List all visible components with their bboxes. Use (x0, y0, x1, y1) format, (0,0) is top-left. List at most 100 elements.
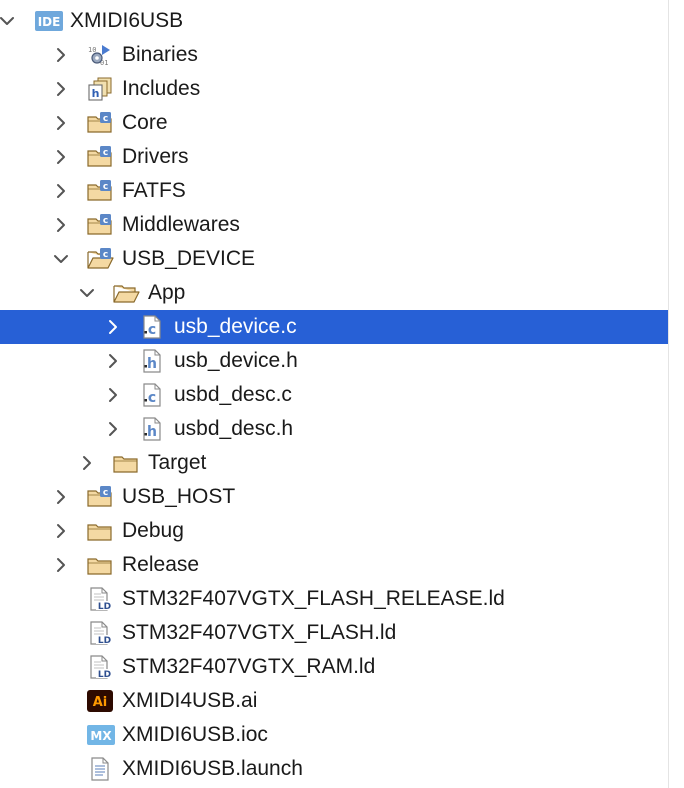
svg-text:h: h (147, 356, 157, 372)
svg-text:IDE: IDE (38, 15, 61, 29)
chevron-right-icon[interactable] (105, 387, 121, 403)
tree-item-label: Release (122, 553, 200, 576)
tree-item-label: Core (122, 111, 168, 134)
svg-text:c: c (103, 488, 108, 498)
binaries-icon: 10 01 (86, 43, 114, 67)
h-file-icon: h (138, 349, 166, 373)
tree-item-label: Binaries (122, 43, 198, 66)
tree-row-target[interactable]: Target (0, 446, 668, 480)
tree-row-usb-device-h[interactable]: h usb_device.h (0, 344, 668, 378)
launch-file-icon (86, 757, 114, 781)
tree-row-usb-device-c[interactable]: c usb_device.c (0, 310, 668, 344)
project-explorer-tree: IDE XMIDI6USB 10 01 Binaries h Includes … (0, 0, 684, 788)
c-file-icon: c (138, 383, 166, 407)
tree-row-binaries[interactable]: 10 01 Binaries (0, 38, 668, 72)
tree-row-app[interactable]: App (0, 276, 668, 310)
chevron-right-icon[interactable] (53, 115, 69, 131)
tree-row-middlewares[interactable]: c Middlewares (0, 208, 668, 242)
tree-row-usbd-desc-h[interactable]: h usbd_desc.h (0, 412, 668, 446)
tree-row-xmidi6usb-launch[interactable]: XMIDI6USB.launch (0, 752, 668, 786)
tree-row-usb-device[interactable]: c USB_DEVICE (0, 242, 668, 276)
tree-row-debug[interactable]: Debug (0, 514, 668, 548)
folder-icon (112, 451, 140, 475)
chevron-right-icon[interactable] (53, 47, 69, 63)
tree-row-includes[interactable]: h Includes (0, 72, 668, 106)
tree-row-usb-host[interactable]: c USB_HOST (0, 480, 668, 514)
tree-row-stm32f407vgtx-flash-release-ld[interactable]: LD STM32F407VGTX_FLASH_RELEASE.ld (0, 582, 668, 616)
tree-item-label: Target (148, 451, 207, 474)
linker-file-icon: LD (86, 587, 114, 611)
svg-text:c: c (103, 216, 108, 226)
tree-item-label: XMIDI6USB.ioc (122, 723, 268, 746)
tree-row-stm32f407vgtx-ram-ld[interactable]: LD STM32F407VGTX_RAM.ld (0, 650, 668, 684)
svg-text:c: c (103, 148, 108, 158)
svg-text:LD: LD (98, 670, 111, 679)
source-folder-icon: c (86, 485, 114, 509)
tree-item-label: usb_device.c (174, 315, 297, 338)
ide-project-icon: IDE (34, 9, 63, 33)
tree-row-drivers[interactable]: c Drivers (0, 140, 668, 174)
tree-item-label: STM32F407VGTX_FLASH_RELEASE.ld (122, 587, 505, 610)
tree-item-label: usbd_desc.c (174, 383, 292, 406)
tree-row-usbd-desc-c[interactable]: c usbd_desc.c (0, 378, 668, 412)
svg-text:Ai: Ai (93, 695, 108, 710)
svg-text:h: h (147, 424, 157, 440)
tree-item-label: Drivers (122, 145, 189, 168)
vertical-scrollbar[interactable] (668, 0, 684, 788)
chevron-down-icon[interactable] (0, 13, 15, 29)
chevron-right-icon[interactable] (53, 149, 69, 165)
tree-row-xmidi4usb-ai[interactable]: Ai XMIDI4USB.ai (0, 684, 668, 718)
folder-icon (86, 553, 114, 577)
chevron-right-icon[interactable] (105, 421, 121, 437)
folder-icon (86, 519, 114, 543)
chevron-right-icon[interactable] (53, 183, 69, 199)
svg-text:c: c (103, 182, 108, 192)
tree-item-label: XMIDI4USB.ai (122, 689, 258, 712)
svg-text:c: c (148, 390, 156, 406)
tree-row-stm32f407vgtx-flash-ld[interactable]: LD STM32F407VGTX_FLASH.ld (0, 616, 668, 650)
tree-row-xmidi6usb[interactable]: IDE XMIDI6USB (0, 4, 668, 38)
chevron-right-icon[interactable] (105, 353, 121, 369)
source-folder-icon: c (86, 111, 114, 135)
tree-item-label: XMIDI6USB.launch (122, 757, 303, 780)
chevron-right-icon[interactable] (53, 523, 69, 539)
tree-item-label: App (148, 281, 186, 304)
chevron-down-icon[interactable] (79, 285, 95, 301)
chevron-right-icon[interactable] (53, 81, 69, 97)
svg-text:LD: LD (98, 636, 111, 645)
tree-item-label: USB_DEVICE (122, 247, 256, 270)
chevron-right-icon[interactable] (105, 319, 121, 335)
chevron-right-icon[interactable] (53, 217, 69, 233)
linker-file-icon: LD (86, 621, 114, 645)
svg-text:MX: MX (90, 729, 112, 743)
source-folder-icon: c (86, 213, 114, 237)
tree-item-label: STM32F407VGTX_RAM.ld (122, 655, 376, 678)
svg-text:c: c (148, 322, 156, 338)
tree-item-label: usbd_desc.h (174, 417, 294, 440)
chevron-down-icon[interactable] (53, 251, 69, 267)
source-folder-icon: c (86, 145, 114, 169)
tree-item-label: XMIDI6USB (70, 9, 184, 32)
tree-row-fatfs[interactable]: c FATFS (0, 174, 668, 208)
source-folder-open-icon: c (86, 247, 114, 271)
tree-row-xmidi6usb-ioc[interactable]: MX XMIDI6USB.ioc (0, 718, 668, 752)
c-file-icon: c (138, 315, 166, 339)
tree-item-label: STM32F407VGTX_FLASH.ld (122, 621, 397, 644)
chevron-right-icon[interactable] (79, 455, 95, 471)
tree-item-label: FATFS (122, 179, 186, 202)
tree-item-label: USB_HOST (122, 485, 236, 508)
source-folder-icon: c (86, 179, 114, 203)
chevron-right-icon[interactable] (53, 489, 69, 505)
tree-row-release[interactable]: Release (0, 548, 668, 582)
svg-text:c: c (103, 114, 108, 124)
svg-text:LD: LD (98, 602, 111, 611)
svg-text:c: c (103, 250, 108, 260)
tree-item-label: usb_device.h (174, 349, 298, 372)
folder-open-icon (112, 281, 140, 305)
tree-item-label: Middlewares (122, 213, 240, 236)
tree-item-label: Includes (122, 77, 201, 100)
tree-row-core[interactable]: c Core (0, 106, 668, 140)
mx-file-icon: MX (86, 723, 115, 747)
linker-file-icon: LD (86, 655, 114, 679)
chevron-right-icon[interactable] (53, 557, 69, 573)
